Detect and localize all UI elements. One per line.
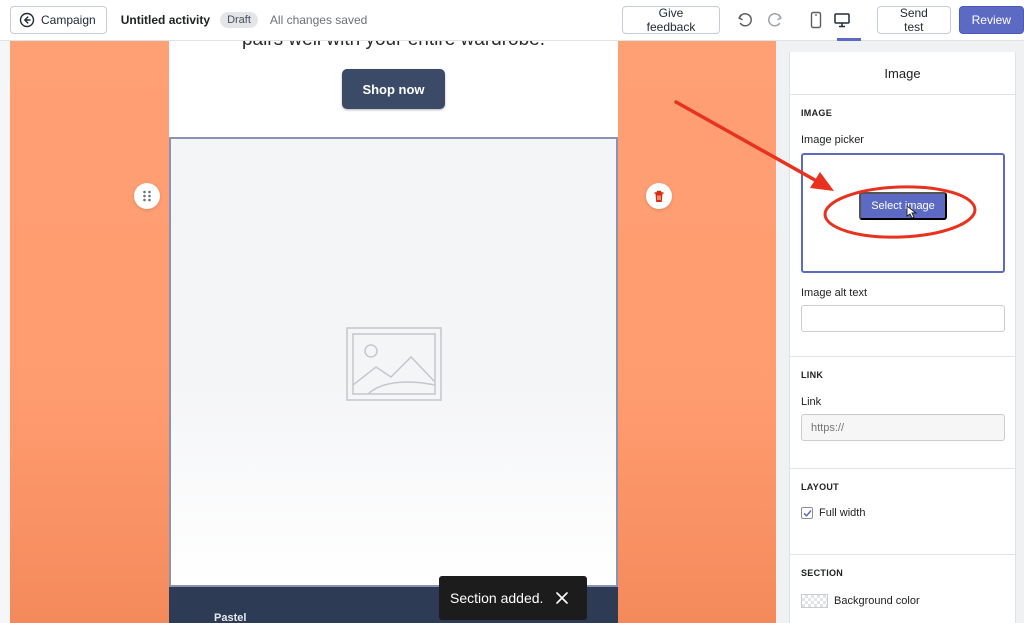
- image-alt-text-label: Image alt text: [801, 287, 868, 299]
- section-drag-handle[interactable]: [134, 183, 160, 209]
- undo-icon: [738, 13, 753, 27]
- toast-message: Section added.: [450, 590, 544, 606]
- checkmark-icon: [803, 509, 811, 517]
- arrow-left-circle-icon: [19, 12, 35, 28]
- email-body: pairs well with your entire wardrobe. Sh…: [169, 41, 618, 623]
- mobile-view-button[interactable]: [803, 6, 829, 34]
- full-width-label: Full width: [819, 507, 866, 519]
- background-color-option[interactable]: Background color: [801, 594, 1004, 608]
- background-color-label: Background color: [834, 595, 920, 607]
- undo-button[interactable]: [732, 6, 758, 34]
- image-picker-label: Image picker: [801, 134, 864, 146]
- section-heading-link: LINK: [801, 370, 824, 380]
- mobile-device-icon: [810, 11, 821, 29]
- link-input[interactable]: [801, 414, 1005, 441]
- full-width-checkbox[interactable]: [801, 507, 813, 519]
- desktop-device-icon: [834, 13, 850, 28]
- link-label: Link: [801, 396, 822, 408]
- link-settings-section: LINK Link: [790, 357, 1015, 469]
- activity-title: Untitled activity: [120, 13, 211, 27]
- trash-icon: [654, 190, 664, 202]
- desktop-view-button[interactable]: [829, 6, 855, 34]
- select-image-button[interactable]: Select image: [859, 192, 947, 220]
- redo-button[interactable]: [762, 6, 788, 34]
- image-settings-section: IMAGE Image picker Select image Image al…: [790, 95, 1015, 357]
- email-headline[interactable]: pairs well with your entire wardrobe.: [169, 41, 618, 51]
- save-status: All changes saved: [269, 13, 368, 27]
- image-section[interactable]: [169, 137, 618, 587]
- send-test-button[interactable]: Send test: [877, 6, 951, 34]
- section-heading-section: SECTION: [801, 568, 844, 578]
- image-alt-text-input[interactable]: [801, 305, 1005, 332]
- layout-settings-section: LAYOUT Full width: [790, 469, 1015, 555]
- section-heading-layout: LAYOUT: [801, 482, 839, 492]
- back-to-campaign-button[interactable]: Campaign: [10, 6, 107, 34]
- status-badge: Draft: [220, 12, 258, 28]
- back-button-label: Campaign: [41, 13, 96, 27]
- section-settings-section: SECTION Background color: [790, 555, 1015, 608]
- panel-title: Image: [790, 52, 1015, 95]
- redo-icon: [768, 13, 783, 27]
- email-canvas: pairs well with your entire wardrobe. Sh…: [10, 41, 776, 623]
- close-icon[interactable]: [555, 591, 569, 605]
- footer-brand-text: Pastel: [214, 612, 247, 623]
- image-placeholder-icon: [346, 327, 442, 401]
- section-heading-image: IMAGE: [801, 108, 833, 118]
- image-settings-panel: Image IMAGE Image picker Select image Im…: [789, 52, 1016, 623]
- toast-notification: Section added.: [439, 576, 587, 620]
- drag-dots-icon: [143, 190, 151, 202]
- top-bar: Campaign Untitled activity Draft All cha…: [0, 0, 1024, 41]
- background-color-swatch[interactable]: [801, 594, 828, 608]
- image-picker[interactable]: Select image: [801, 153, 1005, 273]
- give-feedback-button[interactable]: Give feedback: [622, 6, 720, 34]
- shop-now-button[interactable]: Shop now: [342, 69, 445, 109]
- review-button[interactable]: Review: [958, 6, 1024, 34]
- full-width-option[interactable]: Full width: [801, 507, 1004, 544]
- toolbar-right: Give feedback Send test Review: [622, 6, 1024, 34]
- section-delete-button[interactable]: [646, 183, 672, 209]
